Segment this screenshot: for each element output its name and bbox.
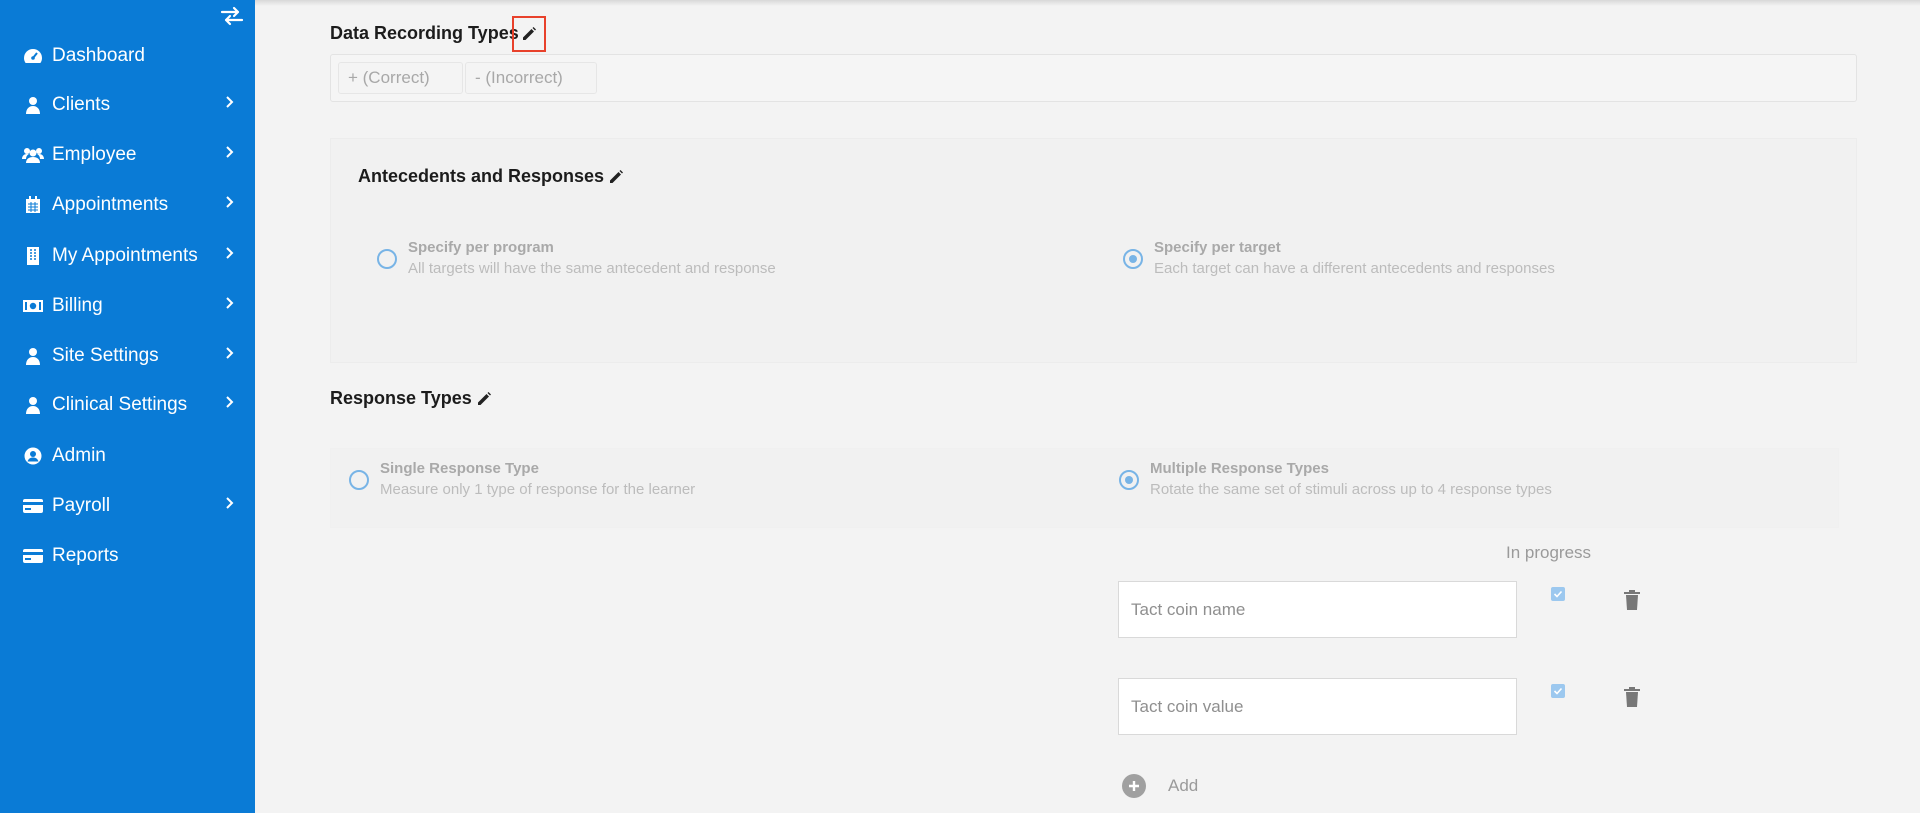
chevron-right-icon	[224, 346, 236, 360]
sidebar-item-label: Admin	[52, 445, 106, 466]
credit-card-icon	[22, 495, 44, 517]
add-response-button[interactable]: Add	[1122, 774, 1198, 798]
sidebar-item-label: Reports	[52, 545, 119, 566]
building-icon	[22, 245, 44, 267]
data-recording-types-heading: Data Recording Types	[330, 23, 519, 44]
sidebar: Dashboard Clients Employee Appointments …	[0, 0, 255, 813]
sidebar-item-label: Payroll	[52, 495, 111, 516]
add-label: Add	[1168, 776, 1199, 795]
in-progress-label: In progress	[1506, 543, 1592, 562]
chip-correct[interactable]: + (Correct)	[338, 62, 463, 94]
sidebar-item-dashboard[interactable]: Dashboard	[0, 36, 255, 76]
option-description: Measure only 1 type of response for the …	[380, 481, 696, 498]
sidebar-item-employee[interactable]: Employee	[0, 135, 255, 175]
response-types-title: Response Types	[330, 388, 472, 408]
user-icon	[22, 345, 44, 367]
chip-incorrect[interactable]: - (Incorrect)	[465, 62, 597, 94]
option-description: Rotate the same set of stimuli across up…	[1150, 481, 1552, 498]
chevron-right-icon	[224, 296, 236, 310]
user-circle-icon	[22, 445, 44, 467]
antecedents-heading: Antecedents and Responses	[358, 166, 625, 187]
sidebar-item-label: Appointments	[52, 194, 169, 215]
sidebar-item-appointments[interactable]: Appointments	[0, 185, 255, 225]
radio-multiple-response-types[interactable]: Multiple Response Types Rotate the same …	[1119, 460, 1552, 498]
option-title: Specify per program	[408, 239, 554, 256]
sidebar-item-clinical-settings[interactable]: Clinical Settings	[0, 385, 255, 425]
chevron-right-icon	[224, 246, 236, 260]
sidebar-item-site-settings[interactable]: Site Settings	[0, 336, 255, 376]
trash-icon[interactable]	[1624, 687, 1640, 707]
sidebar-item-my-appointments[interactable]: My Appointments	[0, 236, 255, 276]
in-progress-checkbox[interactable]	[1551, 684, 1565, 698]
tact-coin-value-input[interactable]	[1118, 678, 1517, 735]
chevron-right-icon	[224, 95, 236, 109]
trash-icon[interactable]	[1624, 590, 1640, 610]
user-icon	[22, 94, 44, 116]
chevron-right-icon	[224, 145, 236, 159]
sidebar-item-label: My Appointments	[52, 245, 198, 266]
radio-specify-per-target[interactable]: Specify per target Each target can have …	[1123, 239, 1555, 277]
top-shadow	[255, 0, 1920, 6]
radio-single-response-type[interactable]: Single Response Type Measure only 1 type…	[349, 460, 695, 498]
user-icon	[22, 394, 44, 416]
sidebar-item-label: Clients	[52, 94, 111, 115]
data-recording-types-box: + (Correct) - (Incorrect)	[330, 54, 1857, 102]
sidebar-item-reports[interactable]: Reports	[0, 536, 255, 576]
radio-specify-per-program[interactable]: Specify per program All targets will hav…	[377, 239, 776, 277]
response-types-heading: Response Types	[330, 388, 493, 409]
radio-button[interactable]	[349, 470, 369, 490]
chevron-right-icon	[224, 195, 236, 209]
option-description: All targets will have the same anteceden…	[408, 260, 776, 277]
chevron-right-icon	[224, 395, 236, 409]
sidebar-item-label: Clinical Settings	[52, 394, 188, 415]
edit-response-types-pencil-icon[interactable]	[475, 390, 493, 408]
in-progress-checkbox[interactable]	[1551, 587, 1565, 601]
option-title: Single Response Type	[380, 460, 539, 477]
sidebar-item-label: Site Settings	[52, 345, 159, 366]
chevron-right-icon	[224, 496, 236, 510]
sidebar-item-clients[interactable]: Clients	[0, 85, 255, 125]
data-recording-types-title: Data Recording Types	[330, 23, 519, 43]
users-icon	[22, 144, 44, 166]
edit-antecedents-pencil-icon[interactable]	[607, 168, 625, 186]
credit-card-icon	[22, 545, 44, 567]
sidebar-item-label: Employee	[52, 144, 137, 165]
option-title: Specify per target	[1154, 239, 1281, 256]
swap-arrows-icon[interactable]	[220, 6, 244, 26]
sidebar-item-label: Dashboard	[52, 45, 145, 66]
sidebar-item-admin[interactable]: Admin	[0, 436, 255, 476]
radio-button[interactable]	[377, 249, 397, 269]
tact-coin-name-input[interactable]	[1118, 581, 1517, 638]
sidebar-item-payroll[interactable]: Payroll	[0, 486, 255, 526]
edit-data-recording-types-pencil-icon[interactable]	[512, 16, 546, 52]
sidebar-item-billing[interactable]: Billing	[0, 286, 255, 326]
dashboard-icon	[22, 45, 44, 67]
sidebar-item-label: Billing	[52, 295, 103, 316]
radio-button-selected[interactable]	[1119, 470, 1139, 490]
money-icon	[22, 295, 44, 317]
plus-circle-icon	[1122, 774, 1146, 798]
calendar-icon	[22, 194, 44, 216]
option-title: Multiple Response Types	[1150, 460, 1329, 477]
antecedents-title: Antecedents and Responses	[358, 166, 605, 186]
option-description: Each target can have a different anteced…	[1154, 260, 1555, 277]
radio-button-selected[interactable]	[1123, 249, 1143, 269]
